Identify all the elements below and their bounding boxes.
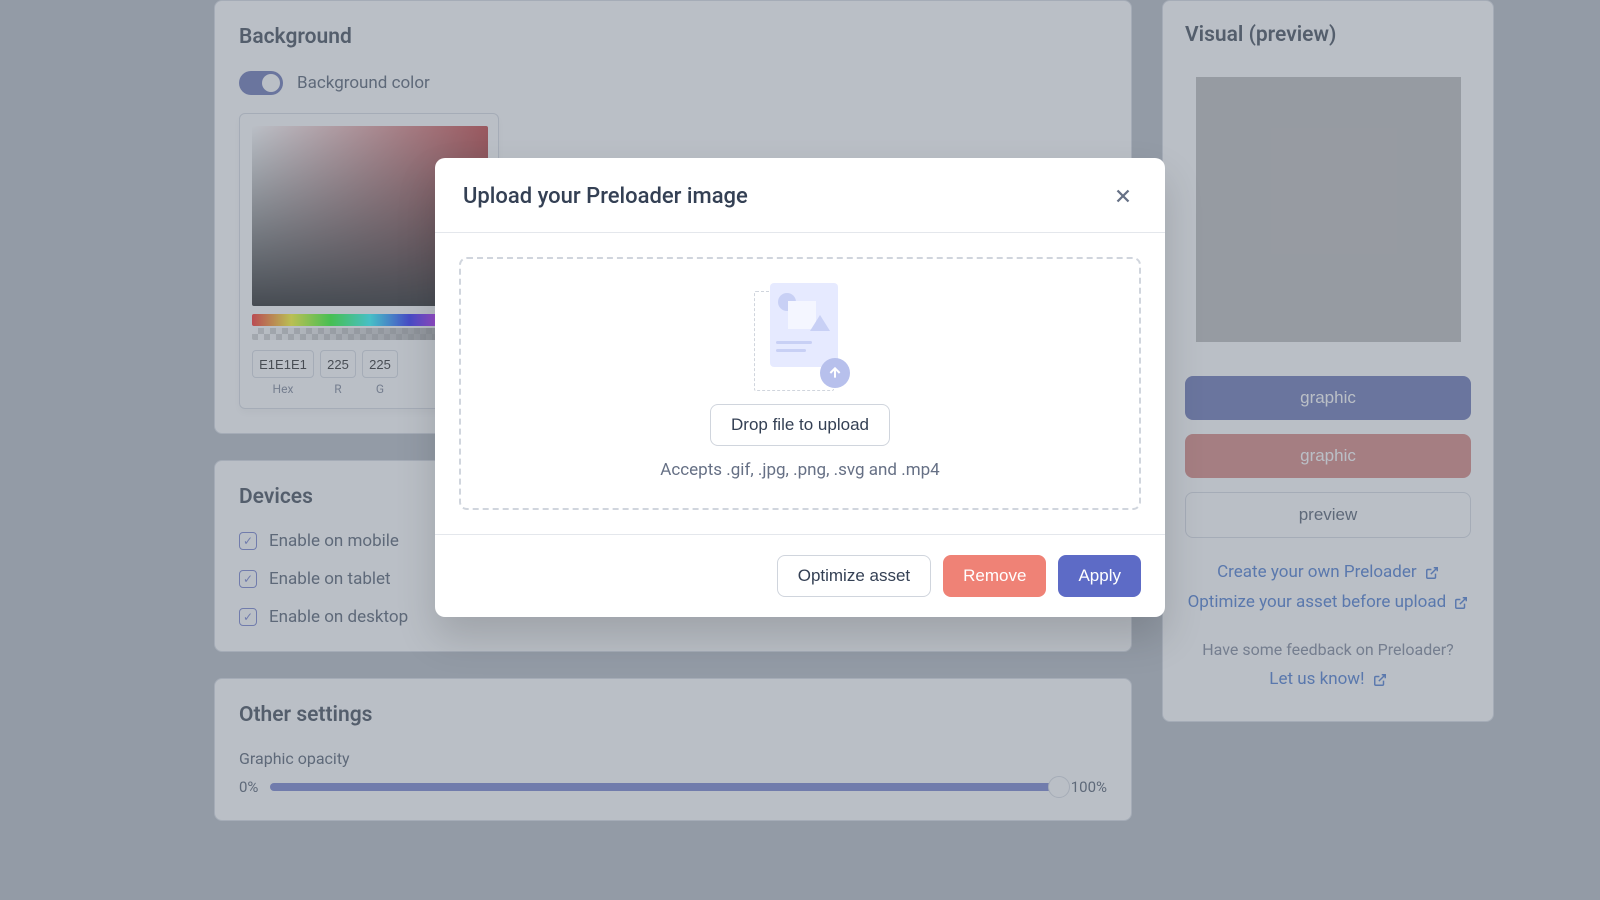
optimize-asset-button[interactable]: Optimize asset <box>777 555 931 597</box>
apply-button[interactable]: Apply <box>1058 555 1141 597</box>
upload-arrow-icon <box>827 365 843 381</box>
drop-file-button[interactable]: Drop file to upload <box>710 404 890 446</box>
upload-modal: Upload your Preloader image <box>435 158 1165 617</box>
close-icon <box>1112 185 1134 207</box>
remove-button[interactable]: Remove <box>943 555 1046 597</box>
modal-title: Upload your Preloader image <box>463 184 748 209</box>
upload-illustration <box>750 283 850 388</box>
modal-overlay[interactable]: Upload your Preloader image <box>0 0 1600 900</box>
file-dropzone[interactable]: Drop file to upload Accepts .gif, .jpg, … <box>459 257 1141 510</box>
accepted-formats: Accepts .gif, .jpg, .png, .svg and .mp4 <box>461 460 1139 480</box>
close-modal-button[interactable] <box>1109 182 1137 210</box>
